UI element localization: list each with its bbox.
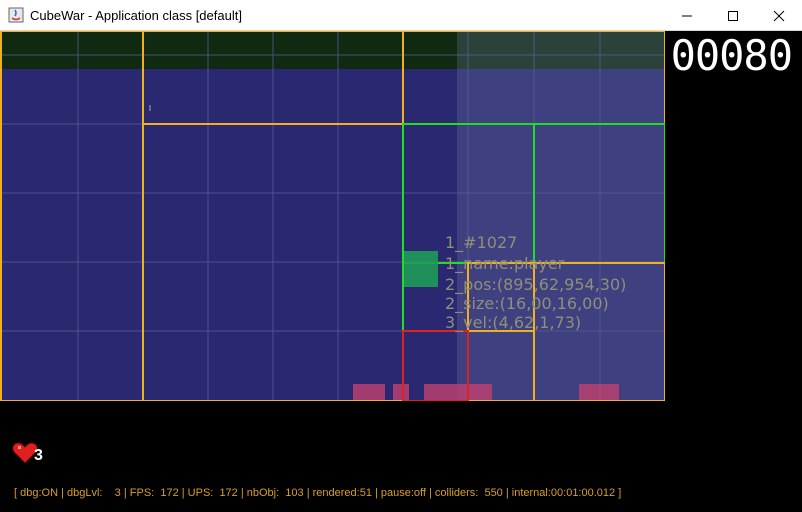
debug-line: 1_#1027: [445, 233, 518, 252]
game-viewport[interactable]: 1_#1027 1_name:player 2_pos:(895,62,954,…: [0, 31, 802, 512]
debug-line: 2_size:(16,00,16,00): [445, 294, 609, 313]
java-app-icon: [8, 7, 24, 23]
enemy-blocks: [353, 384, 619, 401]
player-sprite: [404, 251, 438, 287]
quadtree-outlines: [0, 31, 665, 401]
debug-line: 2_pos:(895,62,954,30): [445, 275, 627, 294]
minimize-button[interactable]: [664, 0, 710, 31]
window-title: CubeWar - Application class [default]: [30, 8, 242, 23]
grid-lines: [0, 31, 665, 401]
debug-status-bar: [ dbg:ON | dbgLvl: 3 | FPS: 172 | UPS: 1…: [14, 487, 622, 499]
debug-line: 3_vel:(4,62,1,73): [445, 313, 582, 332]
lives-count: 3: [34, 447, 43, 464]
maximize-icon: [728, 10, 738, 21]
world-grid: [0, 31, 665, 401]
debug-line: 1_name:player: [445, 254, 565, 273]
maximize-button[interactable]: [710, 0, 756, 31]
close-button[interactable]: [756, 0, 802, 31]
score-display: 00080: [670, 31, 793, 80]
close-icon: [773, 10, 785, 21]
minimize-icon: [682, 15, 692, 16]
window-titlebar[interactable]: CubeWar - Application class [default]: [0, 0, 802, 31]
